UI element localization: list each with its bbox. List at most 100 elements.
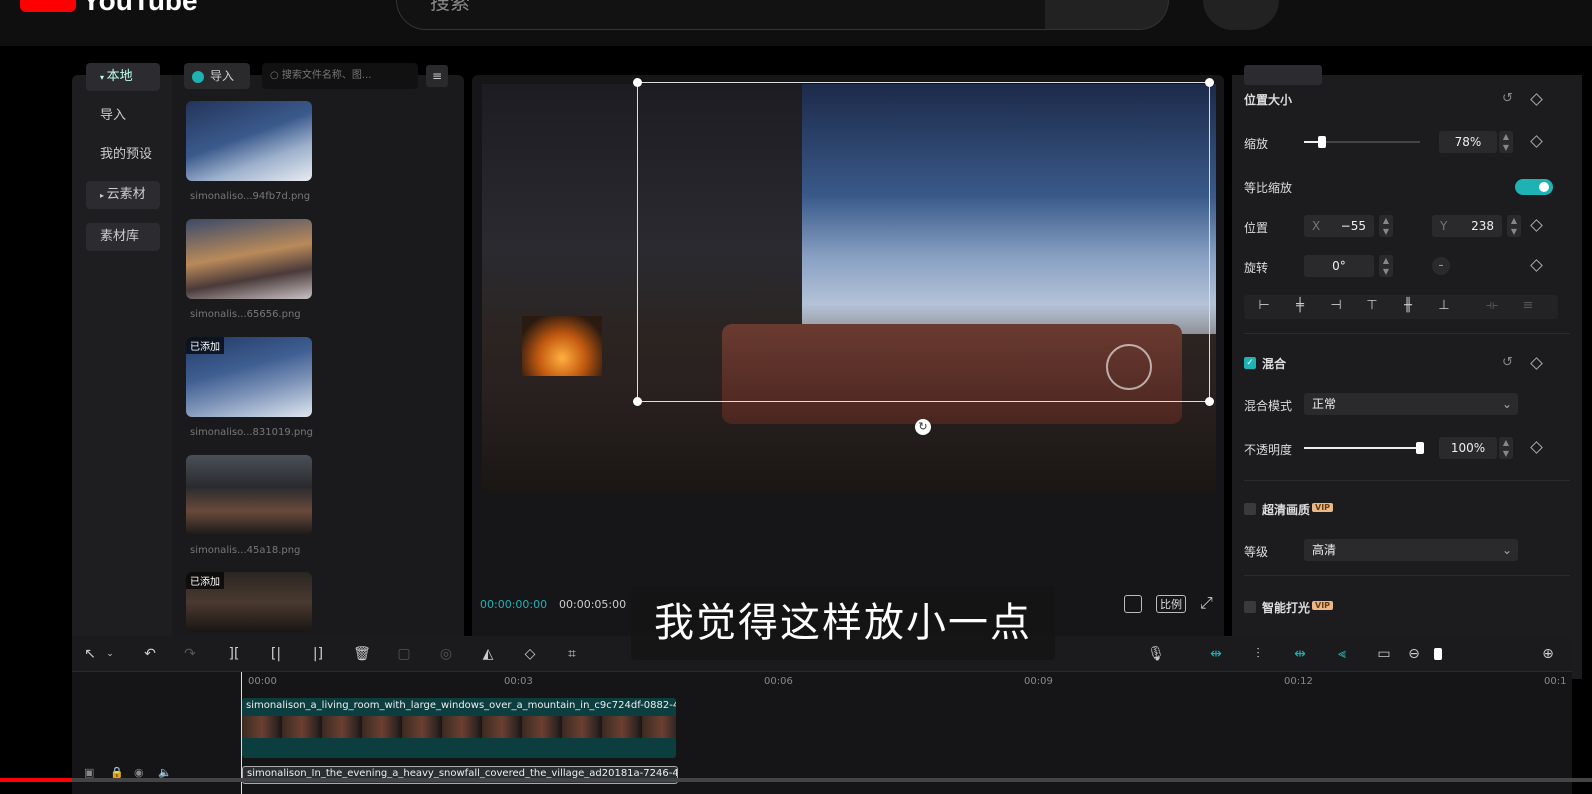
zoom-in-icon[interactable]: ⊕ xyxy=(1538,644,1558,664)
freeze-icon[interactable]: ▢ xyxy=(394,644,414,664)
link-clips-icon[interactable]: ⇹ xyxy=(1206,644,1226,664)
snap-icon[interactable]: ⫶ xyxy=(1248,644,1268,664)
resize-handle-tr[interactable] xyxy=(1205,78,1214,87)
split-left-icon[interactable]: [| xyxy=(266,644,286,664)
time-tick: 00:00 xyxy=(248,676,277,687)
fullscreen-icon[interactable]: ⤢ xyxy=(1200,593,1213,613)
nav-local[interactable]: ▾ 本地 xyxy=(86,63,160,91)
uniform-scale-toggle[interactable] xyxy=(1515,179,1553,195)
youtube-search-button[interactable] xyxy=(1045,0,1169,30)
reverse-icon[interactable]: ◎ xyxy=(436,644,456,664)
keyframe-icon[interactable] xyxy=(1530,93,1543,106)
media-search-input[interactable]: ○ 搜索文件名称、图... xyxy=(262,63,418,89)
undo-icon[interactable]: ↶ xyxy=(140,644,160,664)
scale-slider-knob[interactable] xyxy=(1318,136,1326,148)
youtube-progress-bar[interactable] xyxy=(0,778,1592,782)
keyframe-icon[interactable] xyxy=(1530,259,1543,272)
y-stepper[interactable]: ▲ ▼ xyxy=(1507,215,1521,237)
nav-cloud-assets[interactable]: ▸ 云素材 xyxy=(86,181,160,209)
ratio-button[interactable]: 比例 xyxy=(1156,595,1186,613)
plus-icon xyxy=(192,70,204,83)
media-thumb-4[interactable] xyxy=(186,455,312,535)
position-y-field[interactable]: Y 238 xyxy=(1432,215,1502,237)
position-x-field[interactable]: X −55 xyxy=(1304,215,1374,237)
tab-basic[interactable] xyxy=(1244,65,1322,85)
media-thumb-3[interactable]: 已添加 xyxy=(186,337,312,417)
x-stepper[interactable]: ▲ ▼ xyxy=(1379,215,1393,237)
zoom-out-icon[interactable]: ⊖ xyxy=(1404,644,1424,664)
align-left-icon[interactable]: ⊢ xyxy=(1250,298,1278,318)
divider xyxy=(1244,333,1570,334)
fit-screen-icon[interactable] xyxy=(1124,595,1142,613)
distribute-h-icon[interactable]: ⟛ xyxy=(1478,298,1506,318)
smart-light-checkbox[interactable] xyxy=(1244,601,1256,613)
media-thumb-5[interactable]: 已添加 xyxy=(186,572,312,632)
media-panel: 导入 ○ 搜索文件名称、图... ≡ 全部 simonaliso...94fb7… xyxy=(172,63,464,679)
chevron-down-icon[interactable]: ⌄ xyxy=(100,644,120,664)
mirror-icon[interactable]: ◭ xyxy=(478,644,498,664)
opacity-slider[interactable] xyxy=(1304,442,1424,454)
align-top-icon[interactable]: ⊤ xyxy=(1358,298,1386,318)
divider xyxy=(1244,480,1570,481)
preview-axis-icon[interactable]: ⫷ xyxy=(1332,644,1352,664)
redo-icon[interactable]: ↷ xyxy=(180,644,200,664)
scale-stepper[interactable]: ▲ ▼ xyxy=(1499,131,1513,153)
resize-handle-bl[interactable] xyxy=(633,397,642,406)
opacity-stepper[interactable]: ▲ ▼ xyxy=(1499,437,1513,459)
hd-title: 超清画质 xyxy=(1262,503,1311,517)
delete-icon[interactable]: 🗑 xyxy=(352,644,372,664)
scale-slider[interactable] xyxy=(1304,136,1420,148)
blend-checkbox[interactable]: ✓ xyxy=(1244,357,1256,369)
resize-handle-br[interactable] xyxy=(1205,397,1214,406)
align-center-v-icon[interactable]: ╫ xyxy=(1394,298,1422,318)
keyframe-icon[interactable] xyxy=(1530,441,1543,454)
zoom-slider-knob[interactable] xyxy=(1434,648,1442,660)
youtube-logo-icon[interactable] xyxy=(20,0,76,12)
crop-icon[interactable]: ⌗ xyxy=(562,644,582,664)
list-menu-icon[interactable]: ≡ xyxy=(426,65,448,87)
rotate-dial-icon[interactable]: – xyxy=(1432,257,1450,275)
nav-import[interactable]: 导入 xyxy=(86,102,160,130)
media-caption-3: simonaliso...831019.png xyxy=(190,427,313,438)
opacity-slider-fill xyxy=(1304,447,1420,449)
nav-my-presets[interactable]: 我的预设 xyxy=(86,141,160,169)
keyframe-icon[interactable] xyxy=(1530,357,1543,370)
keyframe-icon[interactable] xyxy=(1530,135,1543,148)
blend-mode-select[interactable]: 正常 ⌄ xyxy=(1304,393,1518,415)
rotate-handle-icon[interactable]: ↻ xyxy=(915,419,931,435)
subtitle-icon[interactable]: ▭ xyxy=(1374,644,1394,664)
microphone-icon[interactable]: 🎙 xyxy=(1146,644,1166,664)
reset-icon[interactable]: ↺ xyxy=(1502,91,1513,106)
split-right-icon[interactable]: |] xyxy=(308,644,328,664)
added-badge xyxy=(186,101,194,103)
position-label: 位置 xyxy=(1244,221,1269,235)
rotate-icon[interactable]: ◇ xyxy=(520,644,540,664)
align-right-icon[interactable]: ⊣ xyxy=(1322,298,1350,318)
chevron-down-icon: ⌄ xyxy=(1501,397,1512,411)
hd-checkbox[interactable] xyxy=(1244,503,1256,515)
media-thumb-1[interactable] xyxy=(186,101,312,181)
level-label: 等级 xyxy=(1244,545,1269,559)
import-button[interactable]: 导入 xyxy=(184,63,250,89)
reset-icon[interactable]: ↺ xyxy=(1502,355,1513,370)
youtube-search-input[interactable] xyxy=(396,0,1046,30)
keyframe-icon[interactable] xyxy=(1530,219,1543,232)
video-clip-1[interactable]: simonalison_a_living_room_with_large_win… xyxy=(242,698,676,758)
align-center-h-icon[interactable]: ╪ xyxy=(1286,298,1314,318)
resize-handle-tl[interactable] xyxy=(633,78,642,87)
rotate-stepper[interactable]: ▲ ▼ xyxy=(1379,255,1393,277)
select-cursor-icon[interactable]: ↖ xyxy=(80,644,100,664)
rotate-value-field[interactable]: 0° xyxy=(1304,255,1374,277)
media-thumb-2[interactable] xyxy=(186,219,312,299)
opacity-slider-knob[interactable] xyxy=(1416,442,1424,454)
align-bottom-icon[interactable]: ⊥ xyxy=(1430,298,1458,318)
split-icon[interactable]: ][ xyxy=(224,644,244,664)
time-tick: 00:09 xyxy=(1024,676,1053,687)
level-select[interactable]: 高清 ⌄ xyxy=(1304,539,1518,561)
opacity-value-field[interactable]: 100% xyxy=(1439,437,1497,459)
nav-asset-library[interactable]: 素材库 xyxy=(86,223,160,251)
scale-value-field[interactable]: 78% xyxy=(1439,131,1497,153)
playhead[interactable] xyxy=(241,672,242,794)
distribute-v-icon[interactable]: ≡ xyxy=(1514,298,1542,318)
main-track-icon[interactable]: ⇹ xyxy=(1290,644,1310,664)
